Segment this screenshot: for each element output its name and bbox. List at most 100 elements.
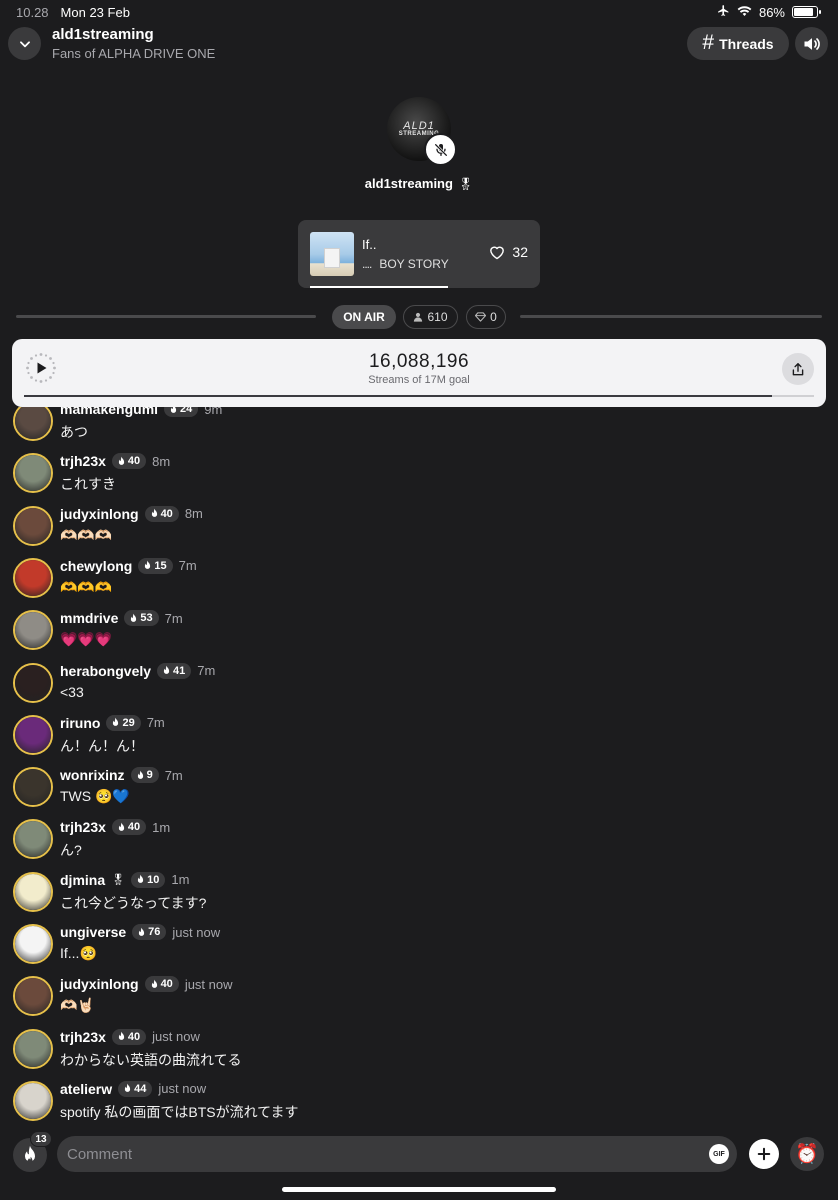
mic-off-badge <box>424 133 457 166</box>
now-playing-card[interactable]: If.. .... BOY STORY 32 <box>298 220 540 288</box>
user-avatar[interactable] <box>13 1028 53 1069</box>
username[interactable]: judyxinlong <box>60 506 139 522</box>
message-header: judyxinlong 40 just now <box>60 976 233 993</box>
username[interactable]: riruno <box>60 715 100 731</box>
heart-icon <box>490 246 505 260</box>
fire-icon <box>131 613 137 622</box>
chat-message[interactable]: herabongvely 41 7m <33 <box>0 662 838 715</box>
chat-message[interactable]: atelierw 44 just now spotify 私の画面ではBTSが流れてま… <box>0 1080 838 1127</box>
threads-label: Threads <box>719 35 774 52</box>
fire-level-badge: 76 <box>132 924 167 940</box>
message-text: ん? <box>60 842 82 859</box>
chat-message[interactable]: trjh23x 40 8m これすき <box>0 453 838 505</box>
divider-right <box>520 315 822 318</box>
artist-name: BOY STORY <box>379 257 449 271</box>
collapse-button[interactable] <box>8 27 41 60</box>
fire-level-badge: 10 <box>131 871 166 888</box>
chat-message[interactable]: wonrixinz 9 7m TWS 🥺💙 <box>0 767 838 819</box>
chat-message[interactable]: riruno 29 7m ん！ん！ん！ <box>0 714 838 767</box>
alarm-button[interactable]: ⏰ <box>790 1137 824 1171</box>
username[interactable]: ungiverse <box>60 924 126 940</box>
chat-list[interactable]: mamakengumi 24 9m あつ trjh23x 40 8m これすき judyxinl… <box>0 407 838 1127</box>
add-button[interactable] <box>749 1139 779 1169</box>
chat-message[interactable]: chewylong 15 7m 🫶🫶🫶 <box>0 557 838 610</box>
username[interactable]: wonrixinz <box>60 767 125 783</box>
room-title: ald1streaming <box>52 26 154 43</box>
host-badge: 🎖 <box>457 177 474 191</box>
user-avatar[interactable] <box>13 407 53 441</box>
alarm-clock-icon: ⏰ <box>795 1144 819 1165</box>
user-avatar[interactable] <box>13 924 53 964</box>
user-avatar[interactable] <box>13 767 53 808</box>
fire-level: 53 <box>140 612 153 625</box>
listener-count-pill[interactable]: 610 <box>403 305 458 329</box>
speaker-button[interactable] <box>795 27 828 60</box>
gem-count: 0 <box>490 310 497 324</box>
chat-message[interactable]: trjh23x 40 1m ん? <box>0 819 838 871</box>
stream-count: 16,088,196 <box>368 351 470 372</box>
message-text: あつ <box>60 424 88 440</box>
fire-level-badge: 24 <box>164 407 199 417</box>
fire-icon <box>170 407 177 413</box>
message-header: chewylong 15 7m <box>60 557 197 574</box>
chat-message[interactable]: judyxinlong 40 just now 🫶🏻🤘🏻 <box>0 976 838 1028</box>
username[interactable]: djmina <box>60 872 105 888</box>
listener-count: 610 <box>427 310 448 324</box>
fire-level: 44 <box>134 1082 147 1095</box>
user-avatar[interactable] <box>13 976 53 1017</box>
username[interactable]: judyxinlong <box>60 976 139 992</box>
fire-level: 9 <box>146 769 153 782</box>
fire-count-badge: 13 <box>30 1131 52 1147</box>
status-time: 10.28 <box>16 4 49 20</box>
wifi-icon <box>737 5 752 20</box>
chat-message[interactable]: mamakengumi 24 9m あつ <box>0 407 838 453</box>
message-text: これ今どうなってます? <box>60 894 207 911</box>
user-avatar[interactable] <box>13 1080 53 1121</box>
username[interactable]: herabongvely <box>60 663 151 679</box>
user-avatar[interactable] <box>13 610 53 651</box>
gem-count-pill[interactable]: 0 <box>466 305 506 329</box>
message-time: 9m <box>204 407 223 417</box>
fire-icon <box>137 874 144 884</box>
fire-level-badge: 53 <box>124 610 159 627</box>
chat-message[interactable]: mmdrive 53 7m 💗💗💗 <box>0 610 838 662</box>
chat-message[interactable]: ungiverse 76 just now If...🥺 <box>0 924 838 976</box>
fire-icon <box>137 770 143 779</box>
status-right: 86% <box>717 4 821 20</box>
user-avatar[interactable] <box>13 714 53 755</box>
threads-button[interactable]: # Threads <box>687 27 789 60</box>
chat-message[interactable]: djmina 🎖 10 1m これ今どうなってます? <box>0 871 838 924</box>
user-avatar[interactable] <box>13 557 53 598</box>
username[interactable]: mmdrive <box>60 610 118 626</box>
comment-box[interactable]: GIF <box>57 1136 737 1172</box>
user-avatar[interactable] <box>13 871 53 912</box>
message-text: ん！ん！ん！ <box>60 737 144 754</box>
username[interactable]: mamakengumi <box>60 407 158 417</box>
chat-message[interactable]: judyxinlong 40 8m 🫶🏻🫶🏻🫶🏻 <box>0 505 838 558</box>
username[interactable]: trjh23x <box>60 1029 106 1045</box>
fire-level: 40 <box>127 455 141 468</box>
username[interactable]: atelierw <box>60 1081 112 1097</box>
user-avatar[interactable] <box>13 453 53 494</box>
like-button[interactable]: 32 <box>488 244 528 260</box>
chat-message[interactable]: trjh23x 40 just now わからない英語の曲流れてる <box>0 1028 838 1081</box>
home-indicator[interactable] <box>282 1187 556 1192</box>
gif-button[interactable]: GIF <box>709 1144 729 1164</box>
user-avatar[interactable] <box>13 819 53 860</box>
user-avatar[interactable] <box>13 505 53 546</box>
username[interactable]: chewylong <box>60 558 132 574</box>
fire-icon <box>163 665 170 674</box>
username[interactable]: trjh23x <box>60 819 106 835</box>
username[interactable]: trjh23x <box>60 453 106 469</box>
share-button[interactable] <box>782 353 814 385</box>
comment-input[interactable] <box>67 1136 687 1172</box>
fire-level-badge: 40 <box>111 1028 147 1045</box>
message-text: 🫶🏻🤘🏻 <box>60 997 95 1014</box>
user-avatar[interactable] <box>13 662 53 703</box>
fire-level-badge: 44 <box>118 1080 153 1097</box>
message-header: herabongvely 41 7m <box>60 662 215 679</box>
fire-level-badge: 29 <box>106 714 141 731</box>
status-date: Mon 23 Feb <box>60 4 130 20</box>
message-time: 7m <box>178 558 197 574</box>
host-name[interactable]: ald1streaming 🎖 <box>0 176 838 191</box>
